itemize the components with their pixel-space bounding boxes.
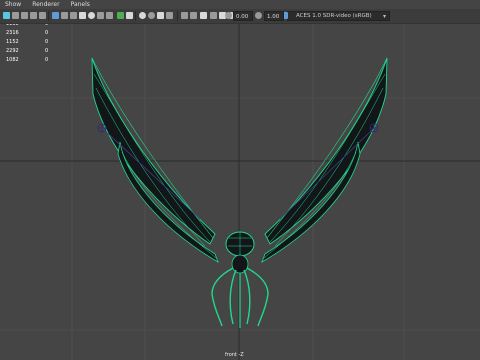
viewport-canvas <box>0 24 480 360</box>
exposure-field[interactable]: 0.00 <box>233 11 253 21</box>
wireframe-icon[interactable] <box>117 12 124 19</box>
hud-value: 1082 <box>6 57 19 63</box>
field-chart-icon[interactable] <box>88 12 95 19</box>
select-camera-icon[interactable] <box>3 12 10 19</box>
wireframe-on-shaded-icon[interactable] <box>148 12 155 19</box>
hud-value: 2316 <box>6 30 19 36</box>
moth-thorax[interactable] <box>231 254 249 274</box>
default-material-icon[interactable] <box>139 12 146 19</box>
lock-camera-icon[interactable] <box>12 12 19 19</box>
toolbar-divider <box>135 11 136 21</box>
toolbar-divider <box>48 11 49 21</box>
hud-value: 1152 <box>6 39 19 45</box>
menu-renderer[interactable]: Renderer <box>32 0 59 9</box>
safe-title-icon[interactable] <box>106 12 113 19</box>
grid-icon[interactable] <box>52 12 59 19</box>
safe-action-icon[interactable] <box>97 12 104 19</box>
hud-value: 0 <box>45 39 49 45</box>
menu-show[interactable]: Show <box>5 0 21 9</box>
right-leg-inner[interactable] <box>243 269 251 325</box>
hud-value: 0 <box>45 30 49 36</box>
hud-value: 1188 <box>6 24 19 27</box>
gamma-icon <box>255 12 262 19</box>
gamma-field[interactable]: 1.00 <box>264 11 284 21</box>
exposure-icon <box>225 12 232 19</box>
image-plane-icon[interactable] <box>39 12 46 19</box>
menu-panels[interactable]: Panels <box>71 0 90 9</box>
viewport-3d[interactable]: 1188 0 2316 0 1152 0 2292 0 1082 0 front… <box>0 24 480 360</box>
film-gate-icon[interactable] <box>61 12 68 19</box>
screen-space-ao-icon[interactable] <box>190 12 197 19</box>
hud-value: 0 <box>45 24 49 27</box>
camera-attributes-icon[interactable] <box>21 12 28 19</box>
hud-row: 2316 0 <box>6 30 54 37</box>
hud-value: 2292 <box>6 48 19 54</box>
gate-mask-icon[interactable] <box>79 12 86 19</box>
color-space-dropdown[interactable]: ACES 1.0 SDR-video (sRGB) ▾ <box>287 11 390 21</box>
shadows-icon[interactable] <box>181 12 188 19</box>
toolbar-divider <box>177 11 178 21</box>
hud-row: 2292 0 <box>6 48 54 55</box>
lighting-icon[interactable] <box>166 12 173 19</box>
hud-row: 1188 0 <box>6 24 54 28</box>
camera-name-label: front -Z <box>225 352 244 358</box>
viewport-toolbar: 0.00 ACES 1.0 SDR-video (sRGB) ▾ 1.00 <box>0 9 480 24</box>
viewport-menu-bar: Show Renderer Panels <box>0 0 480 9</box>
left-leg-inner[interactable] <box>229 269 237 325</box>
chevron-down-icon: ▾ <box>382 13 386 20</box>
textured-icon[interactable] <box>157 12 164 19</box>
motion-blur-icon[interactable] <box>200 12 207 19</box>
resolution-gate-icon[interactable] <box>70 12 77 19</box>
bookmark-icon[interactable] <box>30 12 37 19</box>
hud-value: 0 <box>45 57 49 63</box>
anti-aliasing-icon[interactable] <box>210 12 217 19</box>
color-space-value: ACES 1.0 SDR-video (sRGB) <box>296 13 372 19</box>
hud-row: 1152 0 <box>6 39 54 46</box>
hud-row: 1082 0 <box>6 57 54 64</box>
hud-value: 0 <box>45 48 49 54</box>
smooth-shade-icon[interactable] <box>126 12 133 19</box>
